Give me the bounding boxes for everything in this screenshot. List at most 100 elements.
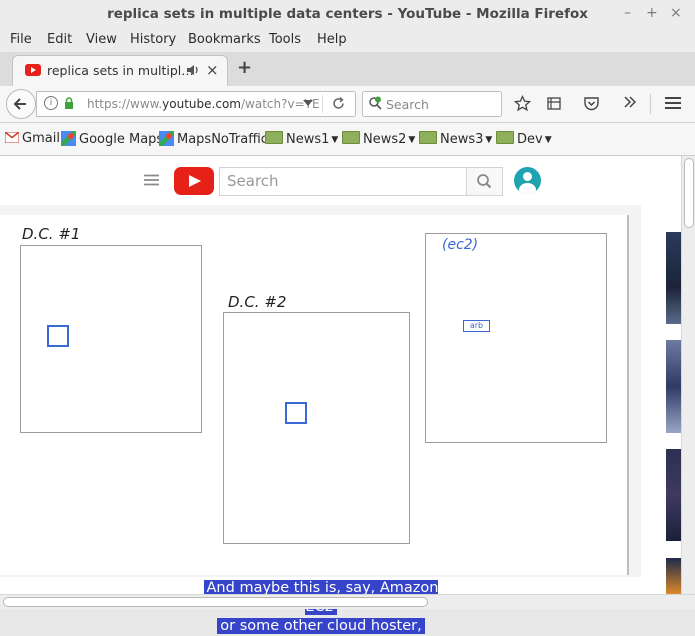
bookmark-folder-dev[interactable]: Dev ▼	[496, 131, 552, 147]
caption-line-2: or some other cloud hoster,	[217, 618, 425, 634]
search-bar[interactable]: Search	[362, 91, 502, 117]
youtube-favicon-icon	[25, 64, 41, 76]
avatar[interactable]	[514, 167, 541, 194]
separator	[650, 94, 651, 114]
menu-help[interactable]: Help	[317, 32, 347, 47]
folder-icon	[496, 131, 514, 144]
label-dc1: D.C. #1	[22, 225, 81, 243]
datacenter-2-box	[223, 312, 410, 544]
page-content: Search D.C. #1 D.C. #2 (ec2) arb And may…	[0, 156, 681, 634]
lock-icon	[64, 97, 74, 114]
menu-bar: File Edit View History Bookmarks Tools H…	[0, 28, 695, 52]
label-ec2: (ec2)	[442, 237, 479, 253]
url-bar[interactable]: i https://www.youtube.com/watch?v=YE	[36, 91, 356, 117]
url-dropdown-icon[interactable]	[303, 100, 313, 106]
bookmark-label: Google Maps	[79, 132, 164, 147]
user-body	[519, 183, 536, 194]
related-video-thumbnail[interactable]	[666, 558, 681, 594]
title-bar: replica sets in multiple data centers - …	[0, 0, 695, 28]
bookmark-star-icon[interactable]	[513, 94, 532, 116]
bookmark-folder-news1[interactable]: News1 ▼	[265, 131, 338, 147]
menu-view[interactable]: View	[86, 32, 117, 47]
dropdown-caret-icon: ▼	[331, 135, 339, 145]
datacenter-1-box	[20, 245, 202, 433]
arbiter-box: arb	[463, 320, 490, 332]
search-engine-icon	[368, 96, 383, 115]
gmail-icon	[4, 131, 20, 144]
bookmark-label: MapsNoTraffic	[177, 132, 268, 147]
url-text: https://www.youtube.com/watch?v=YE	[87, 97, 320, 111]
maps-icon	[59, 129, 78, 148]
library-icon[interactable]	[546, 95, 562, 115]
bookmark-folder-news3[interactable]: News3 ▼	[419, 131, 492, 147]
info-icon[interactable]: i	[44, 96, 58, 110]
bookmarks-toolbar: Gmail Google Maps MapsNoTraffic News1 ▼ N…	[0, 123, 695, 156]
bookmark-label: Dev	[517, 132, 543, 147]
tab-strip: replica sets in multipl… × +	[0, 52, 695, 86]
bookmark-label: News3	[440, 132, 484, 147]
vertical-scrollbar[interactable]	[681, 156, 695, 594]
bookmark-google-maps[interactable]: Google Maps	[59, 129, 164, 148]
horizontal-scrollbar[interactable]	[0, 594, 695, 609]
bookmark-gmail[interactable]: Gmail	[4, 131, 60, 146]
youtube-search-placeholder: Search	[227, 172, 279, 190]
dropdown-caret-icon: ▼	[485, 135, 493, 145]
pocket-icon[interactable]	[583, 95, 600, 115]
bookmark-maps-no-traffic[interactable]: MapsNoTraffic	[157, 129, 268, 148]
youtube-search-button[interactable]	[466, 167, 503, 196]
speaker-icon[interactable]	[185, 62, 201, 82]
node-square	[285, 402, 307, 424]
label-arb: arb	[469, 321, 484, 330]
window-title: replica sets in multiple data centers - …	[107, 6, 588, 22]
horizontal-scrollbar-thumb[interactable]	[3, 597, 428, 607]
user-icon	[523, 172, 532, 181]
minimize-button[interactable]: –	[624, 5, 631, 21]
related-video-thumbnail[interactable]	[666, 340, 681, 433]
node-square	[47, 325, 69, 347]
maps-icon	[157, 129, 176, 148]
search-icon	[477, 174, 492, 189]
related-video-thumbnail[interactable]	[666, 449, 681, 541]
reload-icon[interactable]	[331, 96, 346, 115]
bookmark-label: Gmail	[22, 131, 60, 146]
vertical-scrollbar-thumb[interactable]	[684, 158, 694, 228]
label-dc2: D.C. #2	[228, 293, 287, 311]
guide-menu-icon[interactable]	[144, 174, 159, 190]
related-videos-sidebar	[651, 205, 681, 594]
back-arrow-icon	[13, 98, 26, 110]
dropdown-caret-icon: ▼	[408, 135, 416, 145]
video-player[interactable]: D.C. #1 D.C. #2 (ec2) arb And maybe this…	[0, 205, 641, 634]
menu-tools[interactable]: Tools	[269, 32, 301, 47]
youtube-header: Search	[0, 156, 681, 205]
bookmark-label: News1	[286, 132, 330, 147]
tab-youtube[interactable]: replica sets in multipl… ×	[12, 55, 228, 86]
new-tab-button[interactable]: +	[237, 57, 252, 78]
overflow-chevron-icon[interactable]	[623, 95, 637, 113]
back-button[interactable]	[6, 89, 36, 119]
tab-label: replica sets in multipl…	[47, 63, 194, 78]
maximize-button[interactable]: +	[646, 5, 658, 21]
menu-bookmarks[interactable]: Bookmarks	[188, 32, 261, 47]
url-prefix: https://www.	[87, 97, 163, 111]
bookmark-folder-news2[interactable]: News2 ▼	[342, 131, 415, 147]
search-placeholder: Search	[386, 97, 429, 112]
close-window-button[interactable]: ×	[670, 5, 682, 21]
menu-file[interactable]: File	[10, 32, 32, 47]
navigation-bar: i https://www.youtube.com/watch?v=YE Sea…	[0, 86, 695, 123]
menu-history[interactable]: History	[130, 32, 176, 47]
folder-icon	[265, 131, 283, 144]
bookmark-label: News2	[363, 132, 407, 147]
youtube-search-input[interactable]: Search	[219, 167, 467, 196]
url-host: youtube.com	[162, 97, 241, 111]
menu-edit[interactable]: Edit	[47, 32, 72, 47]
related-video-thumbnail[interactable]	[666, 232, 681, 324]
folder-icon	[419, 131, 437, 144]
hamburger-menu-icon[interactable]	[664, 95, 682, 115]
folder-icon	[342, 131, 360, 144]
separator	[322, 95, 323, 113]
ec2-box: (ec2) arb	[425, 233, 607, 443]
dropdown-caret-icon: ▼	[544, 135, 552, 145]
tab-close-button[interactable]: ×	[206, 61, 219, 79]
whiteboard: D.C. #1 D.C. #2 (ec2) arb	[0, 215, 629, 575]
youtube-logo[interactable]	[174, 167, 214, 195]
